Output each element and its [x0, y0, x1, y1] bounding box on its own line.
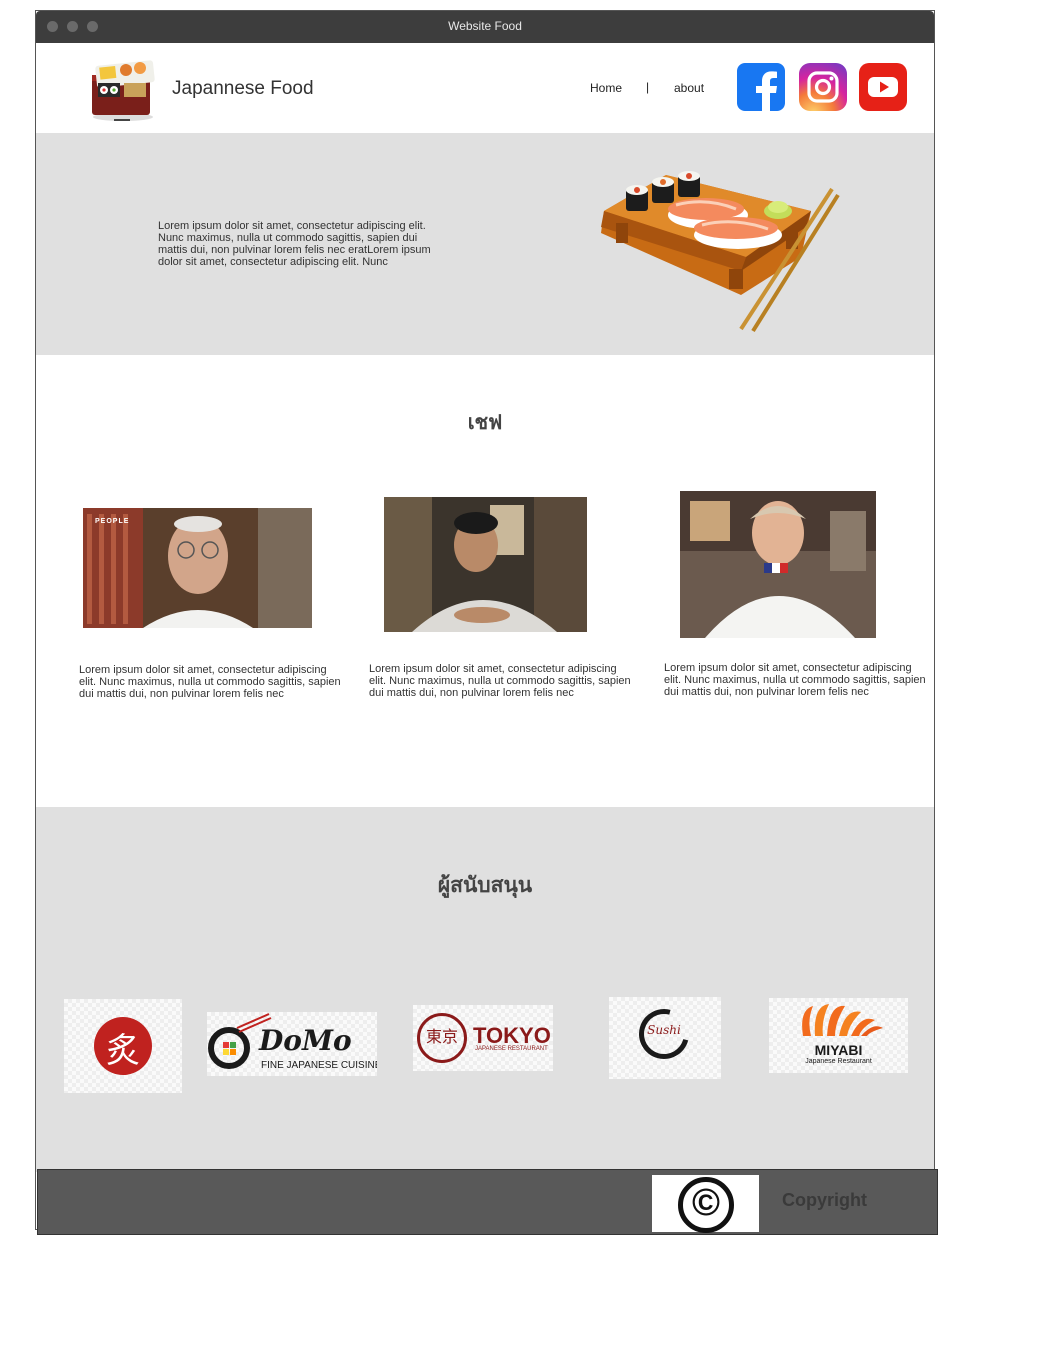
bento-box-logo[interactable] [88, 55, 158, 123]
sponsor-logo-1-glyph: 炙 [106, 1031, 140, 1071]
sponsor-logo-miyabi[interactable]: MIYABI Japanese Restaurant [769, 998, 908, 1073]
sushi-board-image [601, 171, 840, 333]
chef-description-3: Lorem ipsum dolor sit amet, consectetur … [664, 662, 926, 698]
nav-home-link[interactable]: Home [590, 81, 622, 95]
youtube-icon[interactable] [859, 63, 907, 111]
chef-photo-1[interactable]: PEOPLE [83, 508, 312, 628]
window-title: Website Food [448, 19, 522, 33]
copyright-symbol: © [692, 1182, 720, 1224]
copyright-icon: © [652, 1175, 759, 1233]
sponsor-logo-1[interactable]: 炙 [64, 999, 182, 1093]
chef-photo-badge: PEOPLE [95, 518, 130, 525]
hero-text: Lorem ipsum dolor sit amet, consectetur … [158, 220, 431, 268]
chef-photo-3[interactable] [680, 491, 876, 638]
nav-about-link[interactable]: about [674, 81, 704, 95]
instagram-icon[interactable] [799, 63, 847, 111]
chef-description-1: Lorem ipsum dolor sit amet, consectetur … [79, 664, 341, 700]
sponsor-section-title: ผู้สนับสนุน [437, 874, 533, 897]
sponsor-sushi-name: Sushi [647, 1023, 681, 1037]
site-footer: © Copyright [37, 1169, 938, 1235]
sponsor-miyabi-subtitle: Japanese Restaurant [805, 1058, 872, 1065]
sponsor-miyabi-name: MIYABI [814, 1042, 863, 1058]
brand-name[interactable]: Japannese Food [172, 78, 314, 100]
hero-section: Lorem ipsum dolor sit amet, consectetur … [36, 133, 934, 355]
chef-section-title: เชฟ [467, 412, 503, 434]
site-header: Japannese Food Home | about [36, 43, 934, 133]
sponsor-domo-name: DoMo [259, 1024, 352, 1057]
chef-description-2: Lorem ipsum dolor sit amet, consectetur … [369, 663, 631, 699]
sponsor-domo-subtitle: FINE JAPANESE CUISINE [261, 1060, 377, 1071]
sponsor-logo-sushi[interactable]: Sushi [609, 997, 721, 1079]
chef-photo-2[interactable] [384, 497, 587, 632]
browser-window: Website Food Japannese Food Home | about [35, 10, 938, 1235]
sponsor-section: ผู้สนับสนุน 炙 DoMo FINE JAPANESE CUISINE… [36, 807, 934, 1172]
sponsor-logo-tokyo[interactable]: 東京 TOKYO JAPANESE RESTAURANT [413, 1005, 553, 1071]
sponsor-logo-domo[interactable]: DoMo FINE JAPANESE CUISINE [207, 1012, 377, 1076]
window-titlebar: Website Food [36, 11, 934, 43]
facebook-icon[interactable] [737, 63, 785, 111]
nav-separator: | [646, 80, 650, 94]
sponsor-tokyo-subtitle: JAPANESE RESTAURANT [475, 1046, 548, 1052]
copyright-text: Copyright [782, 1190, 867, 1210]
sponsor-tokyo-glyph: 東京 [425, 1027, 458, 1046]
